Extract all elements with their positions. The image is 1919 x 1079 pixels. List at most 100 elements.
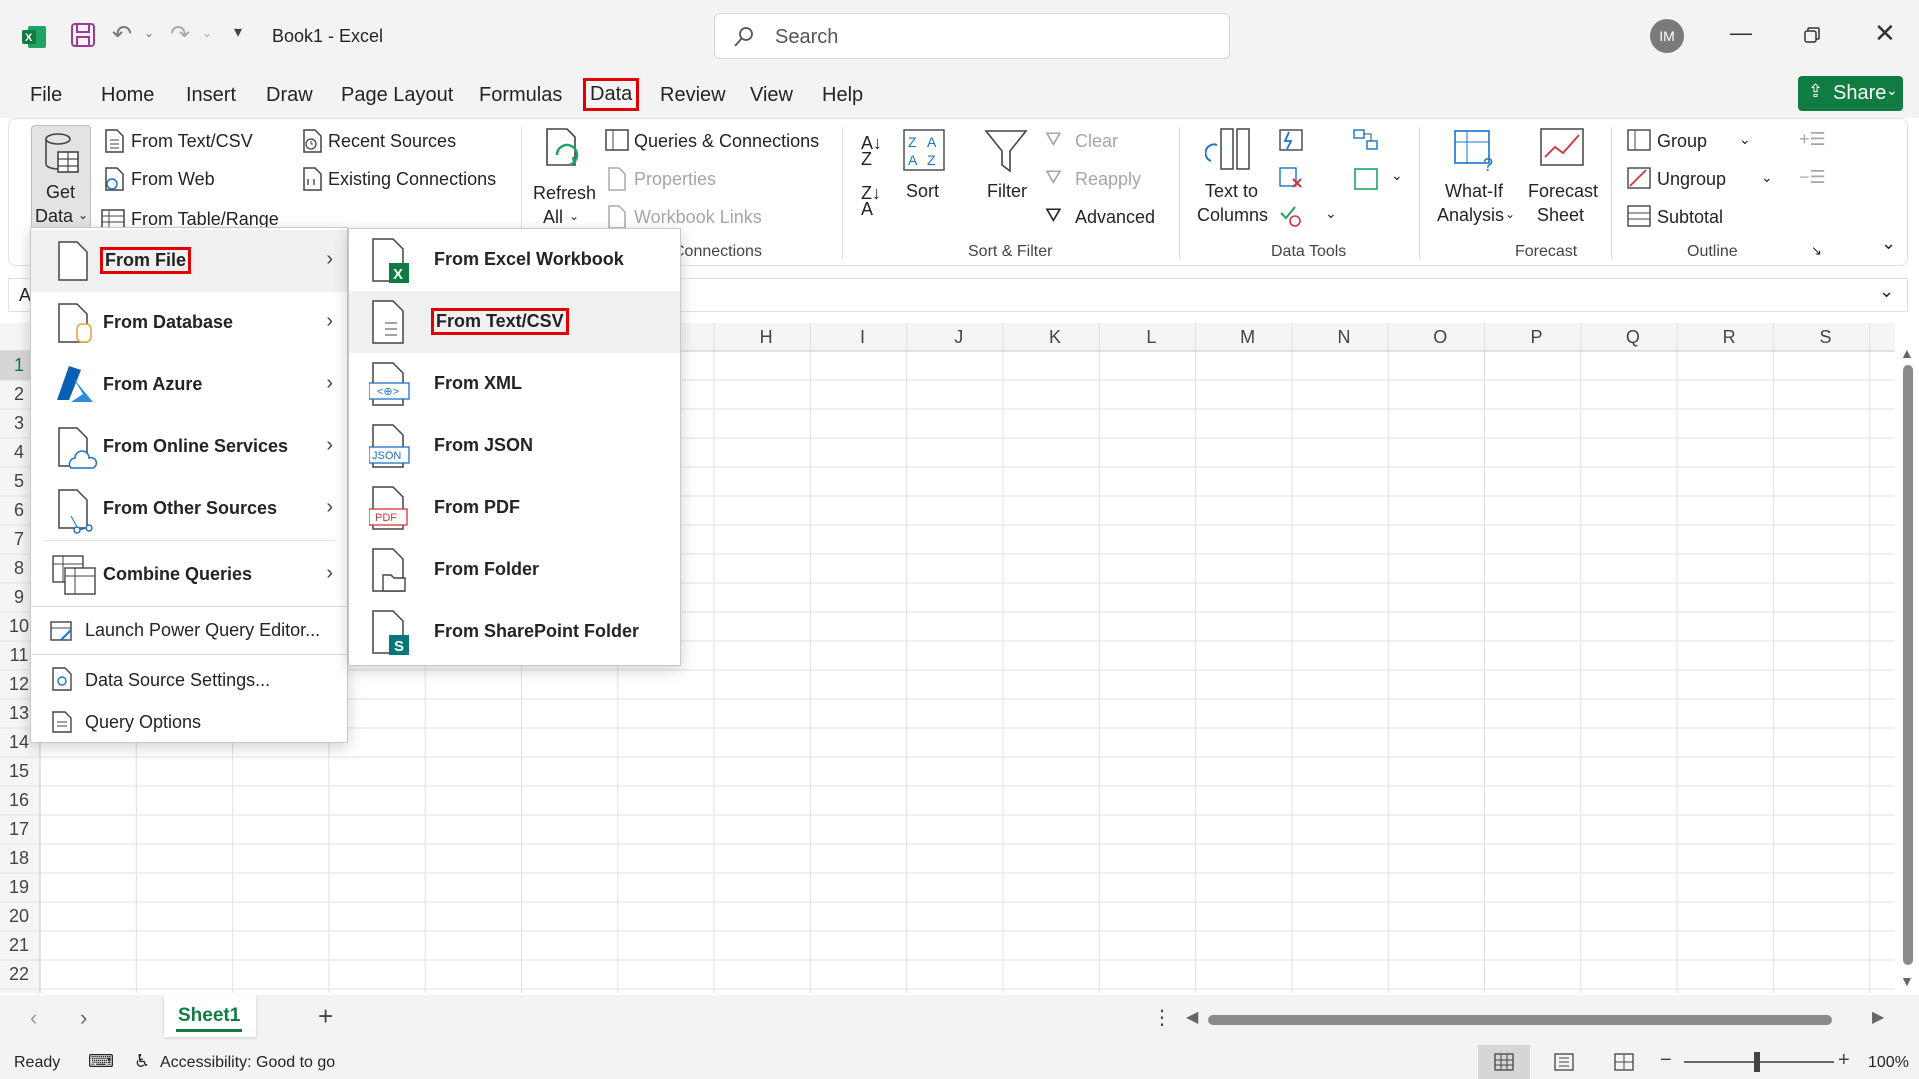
macro-recording-icon[interactable]: ⌨ xyxy=(88,1051,114,1072)
row-header[interactable]: 17 xyxy=(0,819,38,840)
accessibility-icon[interactable]: ♿ xyxy=(134,1051,150,1072)
column-header[interactable]: O xyxy=(1392,323,1488,351)
ungroup-dropdown-icon[interactable]: ⌄ xyxy=(1761,169,1773,186)
expand-formula-bar-icon[interactable]: ⌄ xyxy=(1879,281,1894,302)
row-header[interactable]: 18 xyxy=(0,848,38,869)
tab-view[interactable]: View xyxy=(750,84,793,107)
zoom-in-icon[interactable]: + xyxy=(1838,1049,1850,1072)
column-header[interactable]: Q xyxy=(1585,323,1681,351)
recent-sources-button[interactable]: Recent Sources xyxy=(328,131,456,152)
workbook-links-button[interactable]: Workbook Links xyxy=(634,207,762,228)
clear-button[interactable]: Clear xyxy=(1075,131,1118,152)
tab-formulas[interactable]: Formulas xyxy=(479,84,562,107)
sheet-tab-sheet1[interactable]: Sheet1 xyxy=(164,995,256,1037)
reapply-button[interactable]: Reapply xyxy=(1075,169,1141,190)
zoom-slider-thumb[interactable] xyxy=(1754,1052,1760,1072)
tab-review[interactable]: Review xyxy=(660,84,726,107)
zoom-out-icon[interactable]: − xyxy=(1660,1049,1672,1072)
tab-home[interactable]: Home xyxy=(101,84,154,107)
add-sheet-icon[interactable]: + xyxy=(318,1001,333,1032)
row-header[interactable]: 21 xyxy=(0,935,38,956)
refresh-dropdown-icon[interactable]: ⌄ xyxy=(569,209,579,223)
ungroup-button[interactable]: Ungroup xyxy=(1657,169,1726,190)
refresh-all-label-1[interactable]: Refresh xyxy=(533,183,596,204)
collapse-ribbon-icon[interactable]: ⌄ xyxy=(1881,233,1896,254)
row-header[interactable]: 19 xyxy=(0,877,38,898)
tab-help[interactable]: Help xyxy=(822,84,863,107)
scroll-left-icon[interactable]: ◀ xyxy=(1186,1007,1198,1027)
prev-sheet-icon[interactable]: ‹ xyxy=(30,1005,37,1031)
existing-connections-button[interactable]: Existing Connections xyxy=(328,169,496,190)
data-validation-dropdown-icon[interactable]: ⌄ xyxy=(1325,205,1337,222)
save-icon[interactable] xyxy=(70,22,96,48)
tab-file[interactable]: File xyxy=(30,84,62,107)
scroll-right-icon[interactable]: ▶ xyxy=(1872,1007,1884,1027)
menu-item-from-file[interactable]: From File › xyxy=(31,230,347,292)
menu-item-from-json[interactable]: JSON From JSON xyxy=(349,415,680,477)
column-header[interactable]: I xyxy=(814,323,910,351)
accessibility-status[interactable]: Accessibility: Good to go xyxy=(160,1054,335,1072)
horizontal-scroll-thumb[interactable] xyxy=(1208,1015,1832,1025)
column-header[interactable]: K xyxy=(1007,323,1103,351)
vertical-scroll-thumb[interactable] xyxy=(1903,365,1913,965)
zoom-level[interactable]: 100% xyxy=(1868,1054,1909,1072)
group-button[interactable]: Group xyxy=(1657,131,1707,152)
tab-data[interactable]: Data xyxy=(583,78,640,111)
menu-item-from-other-sources[interactable]: From Other Sources › xyxy=(31,478,347,540)
get-data-button[interactable]: Get Data ⌄ xyxy=(31,125,91,229)
close-icon[interactable]: ✕ xyxy=(1874,18,1896,49)
next-sheet-icon[interactable]: › xyxy=(80,1005,87,1031)
menu-item-combine-queries[interactable]: Combine Queries › xyxy=(31,544,347,606)
hide-detail-icon[interactable]: −☰ xyxy=(1799,167,1826,188)
tab-insert[interactable]: Insert xyxy=(186,84,236,107)
column-header[interactable]: M xyxy=(1200,323,1296,351)
menu-item-from-pdf[interactable]: PDF From PDF xyxy=(349,477,680,539)
redo-dropdown-icon[interactable]: ⌄ xyxy=(202,26,212,40)
sort-a-z-icon[interactable]: A↓ Z xyxy=(861,134,882,168)
queries-connections-button[interactable]: Queries & Connections xyxy=(634,131,819,152)
column-header[interactable]: L xyxy=(1103,323,1199,351)
what-if-label-2[interactable]: Analysis xyxy=(1437,205,1504,226)
scroll-down-icon[interactable]: ▼ xyxy=(1900,973,1914,989)
from-text-csv-button[interactable]: From Text/CSV xyxy=(131,131,253,152)
more-options-icon[interactable]: ⋮ xyxy=(1152,1005,1172,1030)
menu-item-from-database[interactable]: From Database › xyxy=(31,292,347,354)
refresh-all-label-2[interactable]: All xyxy=(543,207,563,228)
text-to-columns-label-1[interactable]: Text to xyxy=(1205,181,1258,202)
column-header[interactable]: S xyxy=(1777,323,1873,351)
sort-button[interactable]: Sort xyxy=(906,181,939,202)
column-header[interactable]: R xyxy=(1681,323,1777,351)
forecast-sheet-label-2[interactable]: Sheet xyxy=(1537,205,1584,226)
customize-qat-icon[interactable]: ▾ xyxy=(234,22,242,42)
row-header[interactable]: 22 xyxy=(0,964,38,985)
redo-icon[interactable]: ↷ xyxy=(170,20,190,49)
scroll-up-icon[interactable]: ▲ xyxy=(1900,345,1914,361)
vertical-scrollbar[interactable]: ▲ ▼ xyxy=(1898,345,1916,991)
tab-draw[interactable]: Draw xyxy=(266,84,313,107)
menu-item-from-azure[interactable]: From Azure › xyxy=(31,354,347,416)
sort-z-a-icon[interactable]: Z↓ A xyxy=(861,184,881,218)
menu-item-from-folder[interactable]: From Folder xyxy=(349,539,680,601)
filter-button[interactable]: Filter xyxy=(987,181,1027,202)
column-header[interactable]: P xyxy=(1488,323,1584,351)
normal-view-button[interactable] xyxy=(1478,1045,1530,1079)
show-detail-icon[interactable]: +☰ xyxy=(1799,129,1826,150)
subtotal-button[interactable]: Subtotal xyxy=(1657,207,1723,228)
what-if-label-1[interactable]: What-If xyxy=(1445,181,1503,202)
share-button[interactable]: ⇪ Share ⌄ xyxy=(1798,76,1903,111)
row-header[interactable]: 15 xyxy=(0,761,38,782)
row-header[interactable]: 20 xyxy=(0,906,38,927)
column-header[interactable]: J xyxy=(911,323,1007,351)
tab-page-layout[interactable]: Page Layout xyxy=(341,84,453,107)
outline-dialog-launcher-icon[interactable]: ↘ xyxy=(1811,243,1822,259)
menu-item-data-source-settings[interactable]: Data Source Settings... xyxy=(31,658,347,702)
menu-item-from-online-services[interactable]: From Online Services › xyxy=(31,416,347,478)
menu-item-launch-power-query[interactable]: Launch Power Query Editor... xyxy=(31,610,347,654)
menu-item-query-options[interactable]: Query Options xyxy=(31,702,347,742)
undo-icon[interactable]: ↶ xyxy=(112,20,132,49)
avatar[interactable]: IM xyxy=(1650,19,1684,53)
page-break-view-icon[interactable] xyxy=(1614,1053,1634,1071)
column-header[interactable]: H xyxy=(718,323,814,351)
row-header[interactable]: 16 xyxy=(0,790,38,811)
undo-dropdown-icon[interactable]: ⌄ xyxy=(144,26,154,40)
